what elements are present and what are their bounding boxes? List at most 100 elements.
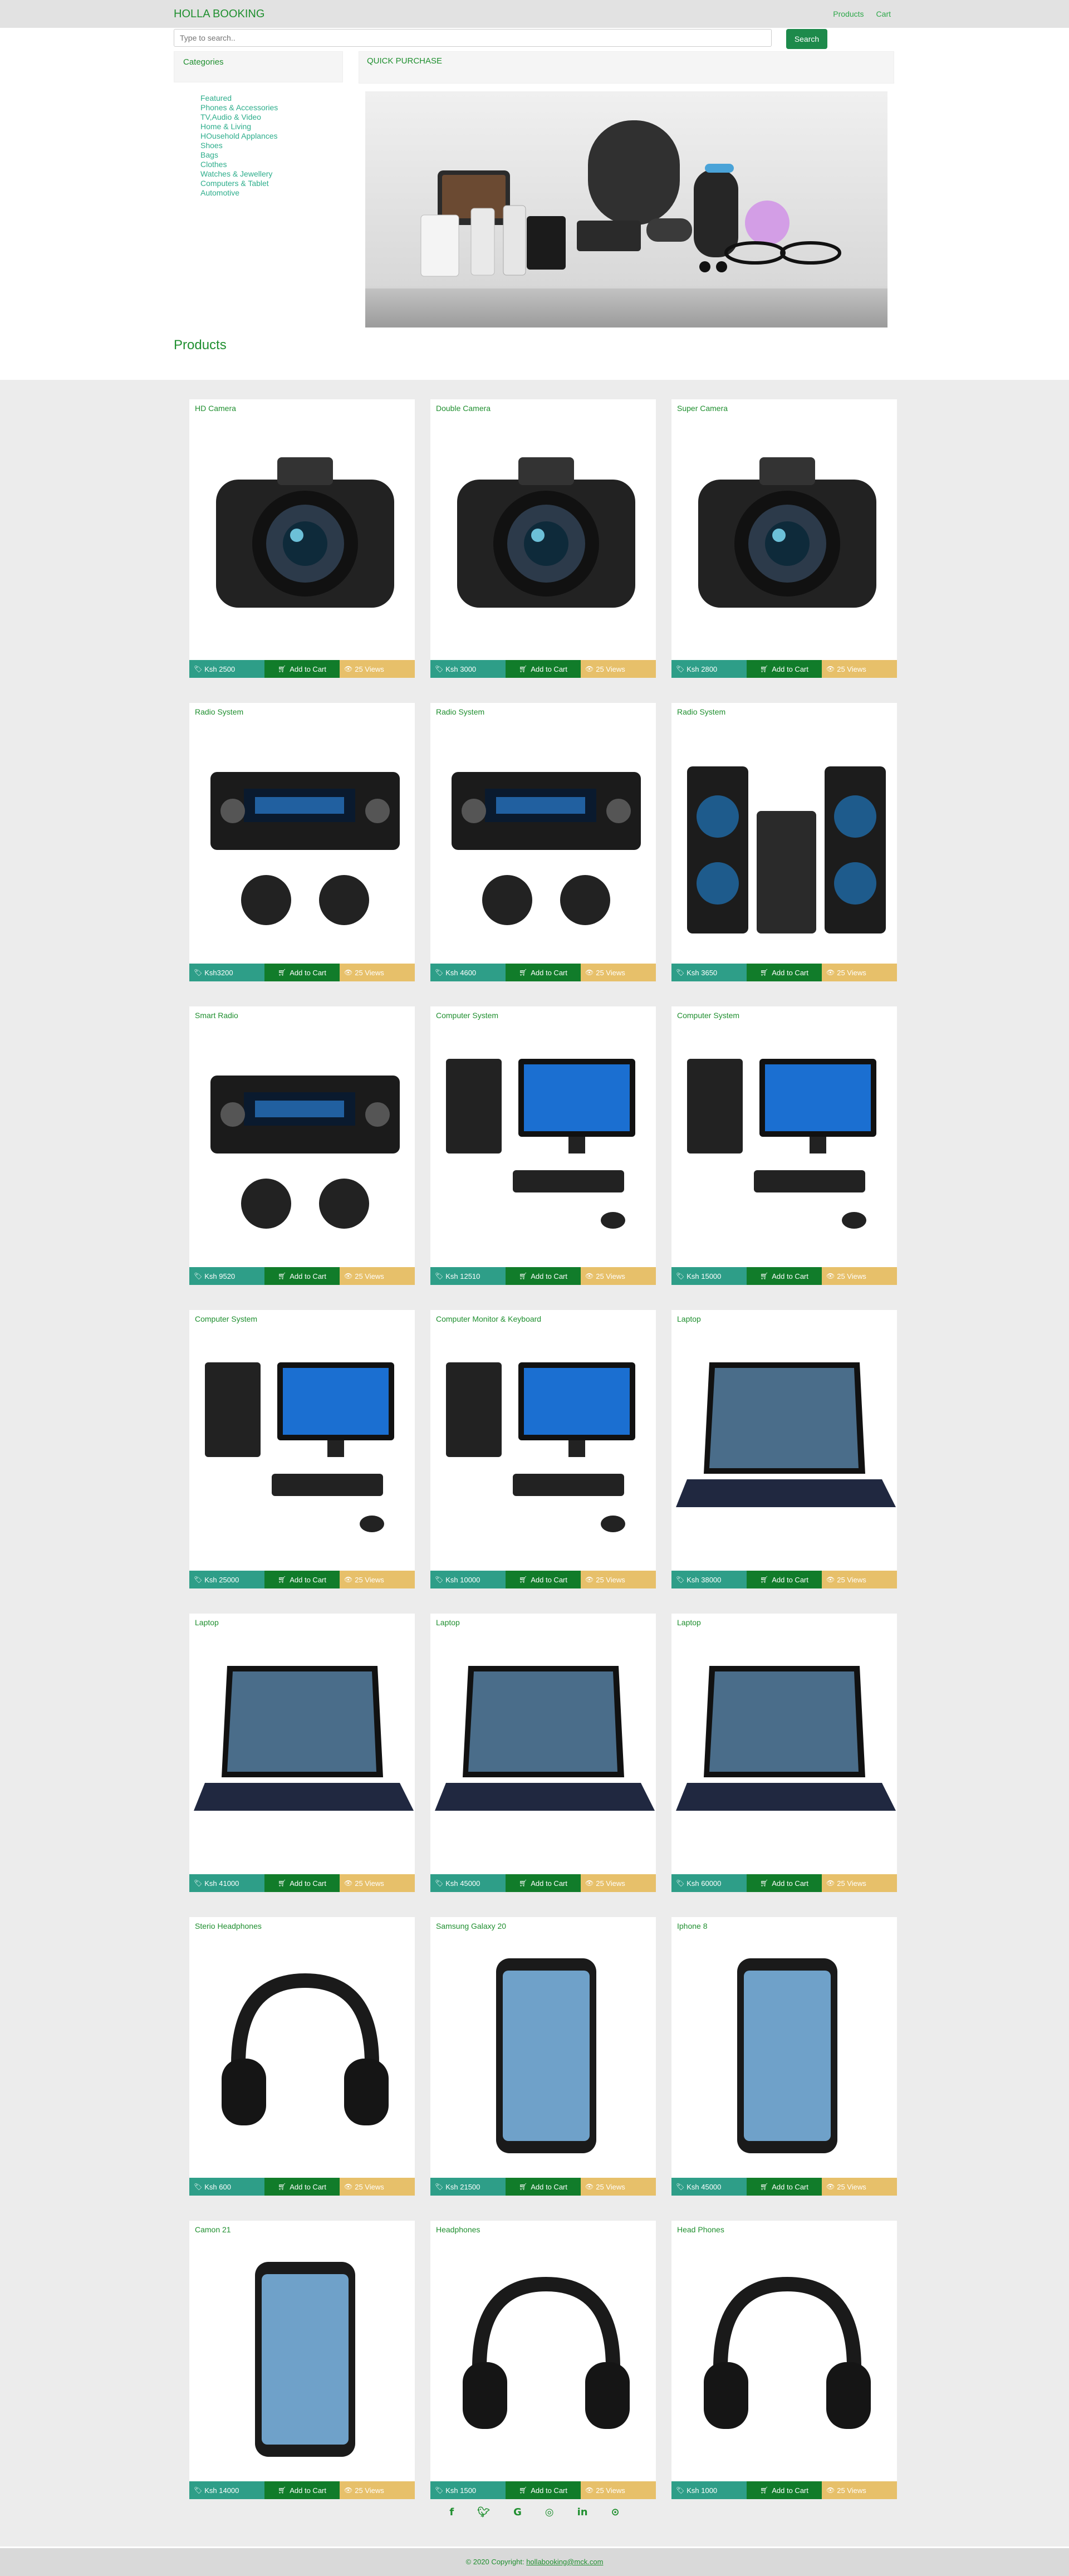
add-to-cart-button[interactable]: 🛒︎ Add to Cart	[506, 660, 581, 678]
product-name[interactable]: Iphone 8	[677, 1922, 708, 1930]
product-image[interactable]	[676, 722, 897, 956]
product-card[interactable]: Laptop 🏷︎ Ksh 45000 🛒︎ Add to Cart 👁︎ 25 Views	[430, 1614, 656, 1892]
product-card[interactable]: Computer Monitor & Keyboard 🏷︎ Ksh 10000 🛒︎…	[430, 1310, 656, 1588]
footer-email-link[interactable]: hollabooking@mck.com	[526, 2558, 603, 2566]
product-image[interactable]	[676, 418, 897, 652]
add-to-cart-button[interactable]: 🛒︎ Add to Cart	[264, 2178, 340, 2196]
category-item[interactable]: Home & Living	[200, 122, 278, 131]
product-name[interactable]: Radio System	[195, 707, 243, 716]
search-button[interactable]: Search	[786, 29, 827, 49]
product-image[interactable]	[194, 1025, 415, 1259]
product-image[interactable]	[194, 1329, 415, 1563]
product-image[interactable]	[435, 1632, 656, 1866]
product-image[interactable]	[194, 722, 415, 956]
product-name[interactable]: Laptop	[195, 1618, 219, 1627]
product-name[interactable]: Computer Monitor & Keyboard	[436, 1314, 541, 1323]
product-card[interactable]: Head Phones 🏷︎ Ksh 1000 🛒︎ Add to Cart 👁︎ 25 V…	[671, 2221, 897, 2499]
add-to-cart-button[interactable]: 🛒︎ Add to Cart	[506, 1874, 581, 1892]
add-to-cart-button[interactable]: 🛒︎ Add to Cart	[506, 2178, 581, 2196]
product-name[interactable]: Computer System	[677, 1011, 739, 1020]
product-name[interactable]: Samsung Galaxy 20	[436, 1922, 506, 1930]
product-name[interactable]: Computer System	[195, 1314, 257, 1323]
product-image[interactable]	[194, 418, 415, 652]
product-card[interactable]: Camon 21 🏷︎ Ksh 14000 🛒︎ Add to Cart 👁︎ 25 Vie…	[189, 2221, 415, 2499]
product-card[interactable]: Computer System 🏷︎ Ksh 12510 🛒︎ Add to Cart 👁…	[430, 1006, 656, 1285]
category-item[interactable]: Automotive	[200, 188, 278, 198]
product-image[interactable]	[435, 2240, 656, 2474]
product-image[interactable]	[676, 2240, 897, 2474]
product-image[interactable]	[676, 1936, 897, 2170]
twitter-icon[interactable]: 🐦︎	[477, 2506, 490, 2518]
nav-products-link[interactable]: Products	[833, 9, 864, 18]
product-card[interactable]: Laptop 🏷︎ Ksh 41000 🛒︎ Add to Cart 👁︎ 25 Views	[189, 1614, 415, 1892]
product-card[interactable]: Radio System 🏷︎ Ksh 3650 🛒︎ Add to Cart 👁︎ 25 …	[671, 703, 897, 981]
product-name[interactable]: HD Camera	[195, 404, 236, 413]
product-card[interactable]: Computer System 🏷︎ Ksh 25000 🛒︎ Add to Cart 👁…	[189, 1310, 415, 1588]
google-icon[interactable]: G	[513, 2506, 522, 2518]
product-image[interactable]	[676, 1025, 897, 1259]
add-to-cart-button[interactable]: 🛒︎ Add to Cart	[506, 964, 581, 981]
category-item[interactable]: Computers & Tablet	[200, 179, 278, 188]
instagram-icon[interactable]: ◎	[545, 2506, 554, 2518]
product-card[interactable]: Laptop 🏷︎ Ksh 60000 🛒︎ Add to Cart 👁︎ 25 Views	[671, 1614, 897, 1892]
product-card[interactable]: Super Camera 🏷︎ Ksh 2800 🛒︎ Add to Cart 👁︎ 25 …	[671, 399, 897, 678]
product-card[interactable]: Laptop 🏷︎ Ksh 38000 🛒︎ Add to Cart 👁︎ 25 Views	[671, 1310, 897, 1588]
product-name[interactable]: Camon 21	[195, 2225, 231, 2234]
add-to-cart-button[interactable]: 🛒︎ Add to Cart	[264, 964, 340, 981]
product-name[interactable]: Double Camera	[436, 404, 491, 413]
add-to-cart-button[interactable]: 🛒︎ Add to Cart	[506, 2481, 581, 2499]
github-icon[interactable]: ⊙	[611, 2506, 620, 2518]
add-to-cart-button[interactable]: 🛒︎ Add to Cart	[506, 1267, 581, 1285]
category-item[interactable]: HOusehold Applances	[200, 131, 278, 141]
product-card[interactable]: Headphones 🏷︎ Ksh 1500 🛒︎ Add to Cart 👁︎ 25 Vi…	[430, 2221, 656, 2499]
brand-logo[interactable]: HOLLA BOOKING	[174, 8, 264, 21]
add-to-cart-button[interactable]: 🛒︎ Add to Cart	[747, 2481, 822, 2499]
search-input[interactable]	[174, 29, 772, 47]
category-item[interactable]: Clothes	[200, 160, 278, 169]
product-name[interactable]: Super Camera	[677, 404, 728, 413]
add-to-cart-button[interactable]: 🛒︎ Add to Cart	[264, 2481, 340, 2499]
product-name[interactable]: Headphones	[436, 2225, 480, 2234]
product-card[interactable]: Radio System 🏷︎ Ksh3200 🛒︎ Add to Cart 👁︎ 25 V…	[189, 703, 415, 981]
product-name[interactable]: Laptop	[677, 1314, 701, 1323]
add-to-cart-button[interactable]: 🛒︎ Add to Cart	[264, 660, 340, 678]
linkedin-icon[interactable]: in	[577, 2506, 588, 2518]
product-name[interactable]: Smart Radio	[195, 1011, 238, 1020]
add-to-cart-button[interactable]: 🛒︎ Add to Cart	[264, 1267, 340, 1285]
facebook-icon[interactable]: f	[449, 2506, 454, 2518]
product-name[interactable]: Radio System	[436, 707, 484, 716]
product-image[interactable]	[435, 418, 656, 652]
product-image[interactable]	[194, 1632, 415, 1866]
product-name[interactable]: Head Phones	[677, 2225, 724, 2234]
product-image[interactable]	[435, 1025, 656, 1259]
add-to-cart-button[interactable]: 🛒︎ Add to Cart	[747, 660, 822, 678]
product-card[interactable]: Double Camera 🏷︎ Ksh 3000 🛒︎ Add to Cart 👁︎ 25…	[430, 399, 656, 678]
category-item[interactable]: Shoes	[200, 141, 278, 150]
product-image[interactable]	[194, 2240, 415, 2474]
product-image[interactable]	[676, 1632, 897, 1866]
category-item[interactable]: Watches & Jewellery	[200, 169, 278, 179]
product-name[interactable]: Sterio Headphones	[195, 1922, 262, 1930]
product-card[interactable]: Radio System 🏷︎ Ksh 4600 🛒︎ Add to Cart 👁︎ 25 …	[430, 703, 656, 981]
add-to-cart-button[interactable]: 🛒︎ Add to Cart	[747, 1874, 822, 1892]
category-item[interactable]: TV,Audio & Video	[200, 113, 278, 122]
add-to-cart-button[interactable]: 🛒︎ Add to Cart	[264, 1874, 340, 1892]
add-to-cart-button[interactable]: 🛒︎ Add to Cart	[747, 1267, 822, 1285]
category-item[interactable]: Featured	[200, 94, 278, 103]
category-item[interactable]: Bags	[200, 150, 278, 160]
add-to-cart-button[interactable]: 🛒︎ Add to Cart	[747, 1571, 822, 1588]
product-card[interactable]: Computer System 🏷︎ Ksh 15000 🛒︎ Add to Cart 👁…	[671, 1006, 897, 1285]
add-to-cart-button[interactable]: 🛒︎ Add to Cart	[264, 1571, 340, 1588]
add-to-cart-button[interactable]: 🛒︎ Add to Cart	[747, 964, 822, 981]
product-name[interactable]: Computer System	[436, 1011, 498, 1020]
product-card[interactable]: Iphone 8 🏷︎ Ksh 45000 🛒︎ Add to Cart 👁︎ 25 Vie…	[671, 1917, 897, 2196]
product-name[interactable]: Radio System	[677, 707, 725, 716]
product-name[interactable]: Laptop	[677, 1618, 701, 1627]
product-image[interactable]	[194, 1936, 415, 2170]
add-to-cart-button[interactable]: 🛒︎ Add to Cart	[747, 2178, 822, 2196]
nav-cart-link[interactable]: Cart	[876, 9, 891, 18]
product-name[interactable]: Laptop	[436, 1618, 460, 1627]
product-card[interactable]: Samsung Galaxy 20 🏷︎ Ksh 21500 🛒︎ Add to Car…	[430, 1917, 656, 2196]
product-image[interactable]	[676, 1329, 897, 1563]
product-image[interactable]	[435, 1936, 656, 2170]
